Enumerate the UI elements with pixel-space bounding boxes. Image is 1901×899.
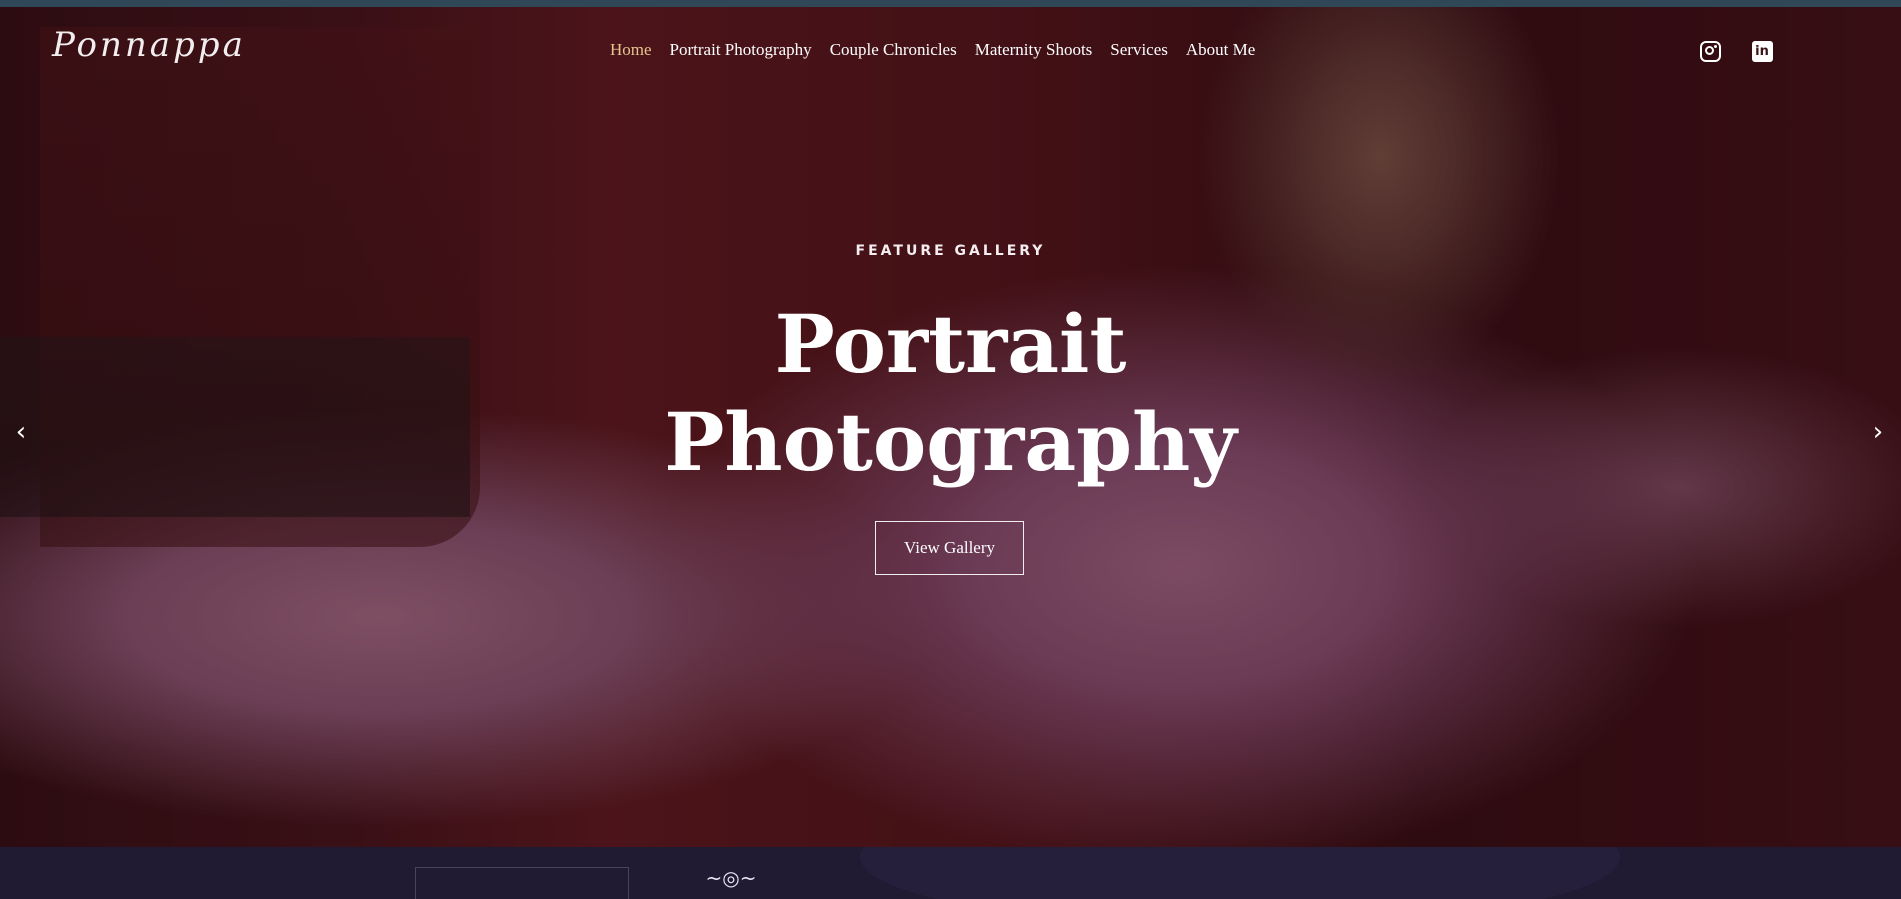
nav-item-maternity-shoots[interactable]: Maternity Shoots <box>975 40 1093 60</box>
view-gallery-button[interactable]: View Gallery <box>875 521 1024 575</box>
next-section-preview: ~◎~ <box>0 847 1901 899</box>
nav-item-portrait-photography[interactable]: Portrait Photography <box>670 40 812 60</box>
nav-item-home[interactable]: Home <box>610 40 652 60</box>
hero-title-line-2: Photography <box>664 395 1237 489</box>
hero-title-line-1: Portrait <box>774 297 1127 391</box>
nav-item-couple-chronicles[interactable]: Couple Chronicles <box>830 40 957 60</box>
previous-slide-arrow-icon[interactable]: ‹ <box>9 417 33 447</box>
linkedin-link[interactable]: in <box>1750 39 1774 63</box>
instagram-link[interactable] <box>1698 39 1722 63</box>
next-slide-arrow-icon[interactable]: › <box>1866 417 1890 447</box>
camera-ornament-icon: ~◎~ <box>705 866 757 890</box>
main-navigation: Home Portrait Photography Couple Chronic… <box>610 40 1255 60</box>
nav-item-about-me[interactable]: About Me <box>1186 40 1255 60</box>
browser-top-strip <box>0 0 1901 7</box>
preview-card <box>415 867 629 899</box>
instagram-icon <box>1699 40 1721 62</box>
nav-item-services[interactable]: Services <box>1110 40 1168 60</box>
hero-kicker: FEATURE GALLERY <box>855 243 1046 259</box>
site-logo[interactable]: Ponnappa <box>52 25 246 65</box>
decorative-arc <box>860 847 1620 899</box>
linkedin-icon: in <box>1751 40 1773 62</box>
hero-title: Portrait Photography <box>0 295 1901 491</box>
hero-slider: Ponnappa Home Portrait Photography Coupl… <box>0 7 1901 847</box>
